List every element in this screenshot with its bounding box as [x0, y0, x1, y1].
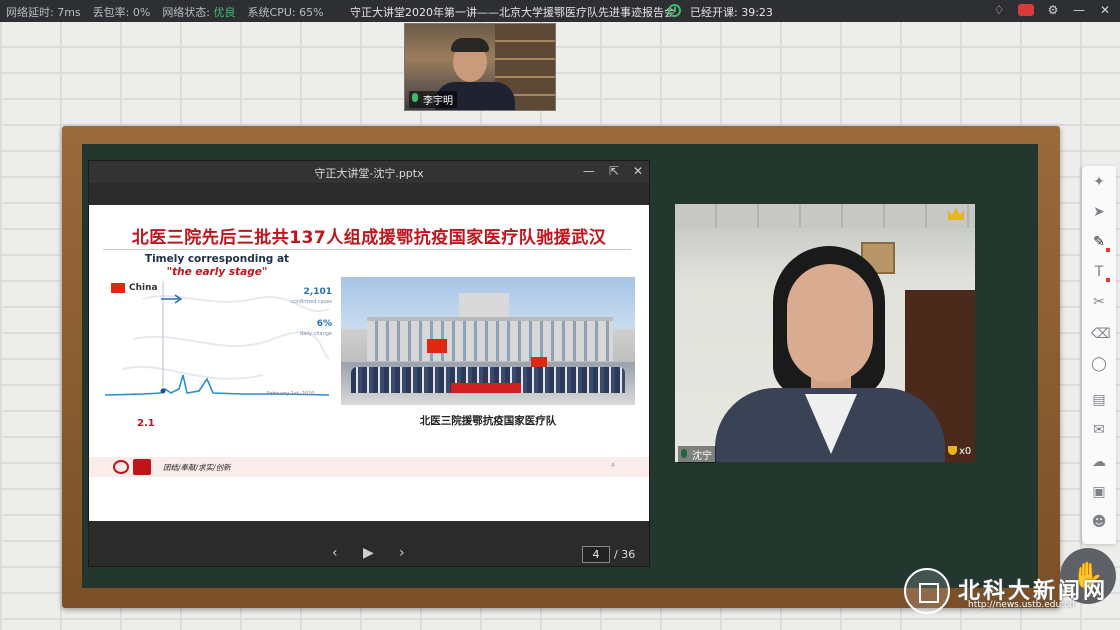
photo-flag — [427, 339, 447, 353]
student-figure-face — [787, 264, 873, 382]
chart-heading: Timely corresponding at "the early stage… — [137, 253, 297, 279]
cpu-stat: 系统CPU: 65% — [247, 6, 324, 19]
mic-icon — [412, 93, 418, 102]
minimize-icon[interactable]: — — [583, 164, 595, 178]
close-icon[interactable]: ✕ — [1098, 3, 1112, 17]
latency-stat: 网络延时: 7ms — [6, 6, 81, 19]
chart-heading-line2: "the early stage" — [166, 266, 268, 278]
university-logo-icon — [113, 460, 129, 474]
play-icon[interactable]: ▶ — [363, 545, 374, 561]
student-name: 沈宁 — [678, 446, 716, 463]
kpi-cases-label: confirmed cases — [291, 299, 332, 305]
hospital-logo-icon — [133, 459, 151, 475]
class-timer: 已经开课: 39:23 — [690, 6, 773, 19]
restore-icon[interactable]: ⇱ — [609, 164, 619, 178]
shape-tool-icon[interactable]: ◯ — [1091, 356, 1107, 372]
close-icon[interactable]: ✕ — [633, 164, 643, 178]
record-icon[interactable] — [1018, 4, 1034, 16]
cases-chart — [103, 279, 333, 403]
kpi-change-label: daily change — [300, 331, 332, 337]
settings-icon[interactable]: ⚙ — [1046, 3, 1060, 17]
student-video[interactable] — [675, 204, 975, 462]
footer-motto: 团结/奉献/求实/创新 — [163, 463, 231, 472]
teacher-name: 李宇明 — [423, 96, 453, 107]
network-state-value: 优良 — [213, 6, 236, 19]
text-tool-icon[interactable]: T — [1091, 264, 1110, 282]
medical-team-photo — [341, 277, 635, 405]
ustb-seal-icon — [904, 568, 950, 614]
teacher-video[interactable]: 李宇明 — [404, 23, 556, 111]
photo-banner — [451, 383, 521, 393]
network-state-label: 网络状态: — [162, 6, 211, 19]
users-tool-icon[interactable]: ☻ — [1091, 514, 1107, 530]
photo-caption: 北医三院援鄂抗疫国家医疗队 — [419, 415, 557, 427]
notes-tool-icon[interactable]: ▤ — [1091, 392, 1107, 408]
pen-tool-icon[interactable]: ✎ — [1091, 234, 1110, 252]
world-map-outline — [122, 295, 330, 380]
network-stats: 网络延时: 7ms 丢包率: 0% 网络状态: 优良 系统CPU: 65% — [6, 4, 324, 20]
clock-icon — [668, 4, 681, 17]
slide-page-number: 4 — [611, 462, 615, 469]
chat-tool-icon[interactable]: ✉ — [1091, 422, 1107, 438]
photo-building — [367, 317, 613, 361]
teacher-figure-hair — [451, 38, 489, 52]
kpi-change-value: 6% — [316, 319, 332, 329]
network-state-stat: 网络状态: 优良 — [162, 4, 235, 20]
eraser-tool-icon[interactable]: ⌫ — [1091, 326, 1111, 342]
next-slide-icon[interactable]: › — [399, 545, 405, 561]
slide-title: 北医三院先后三批共137人组成援鄂抗疫国家医疗队驰援武汉 — [131, 228, 607, 248]
cursor-tool-icon[interactable]: ✦ — [1091, 174, 1107, 190]
drawing-toolbar: ✦ ➤ ✎ T ✂ ⌫ ◯ ▤ ✉ ☁ ▣ ☻ — [1082, 166, 1116, 544]
chart-marker-label: 2.1 — [137, 418, 155, 429]
ppt-window-title: 守正大讲堂-沈宁.pptx — [314, 167, 424, 180]
packet-loss-stat: 丢包率: 0% — [92, 6, 151, 19]
minimize-icon[interactable]: — — [1072, 3, 1086, 17]
scissors-tool-icon[interactable]: ✂ — [1091, 294, 1107, 310]
course-title: 守正大讲堂2020年第一讲——北京大学援鄂医疗队先进事迹报告会 — [350, 6, 675, 19]
ppt-window[interactable]: 守正大讲堂-沈宁.pptx — ⇱ ✕ 北医三院先后三批共137人组成援鄂抗疫国… — [88, 160, 650, 567]
kpi-cases-value: 2,101 — [303, 287, 332, 297]
page-total: / 36 — [614, 548, 636, 561]
chart-marker-point — [160, 388, 166, 394]
country-label: China — [129, 283, 158, 293]
page-number-input[interactable]: 4 — [582, 546, 610, 563]
cloud-tool-icon[interactable]: ☁ — [1091, 454, 1107, 470]
bell-icon[interactable]: ♢ — [992, 3, 1006, 17]
watermark-url: http://news.ustb.edu.cn — [968, 600, 1075, 610]
slide-divider — [103, 249, 631, 250]
prev-slide-icon[interactable]: ‹ — [332, 545, 338, 561]
toolbox-tool-icon[interactable]: ▣ — [1091, 484, 1107, 500]
ppt-window-buttons: — ⇱ ✕ — [583, 164, 643, 178]
window-controls: ♢ ⚙ — ✕ — [992, 3, 1112, 17]
cases-chart-svg — [104, 281, 330, 396]
china-flag-icon — [111, 283, 125, 293]
ppt-top-strip — [89, 183, 649, 205]
chart-heading-line1: Timely corresponding at — [144, 253, 290, 265]
chart-date: February 1st, 2020 — [267, 391, 315, 397]
trophy-icon — [948, 446, 957, 455]
status-bar: 网络延时: 7ms 丢包率: 0% 网络状态: 优良 系统CPU: 65% 守正… — [0, 0, 1120, 22]
teacher-name-tag: 李宇明 — [409, 91, 457, 108]
ceiling — [675, 204, 975, 228]
laser-pointer-tool-icon[interactable]: ➤ — [1091, 204, 1107, 220]
trophy-count-value: x0 — [959, 446, 972, 457]
trophy-count: x0 — [948, 446, 971, 457]
ppt-titlebar[interactable]: 守正大讲堂-沈宁.pptx — ⇱ ✕ — [89, 161, 649, 183]
